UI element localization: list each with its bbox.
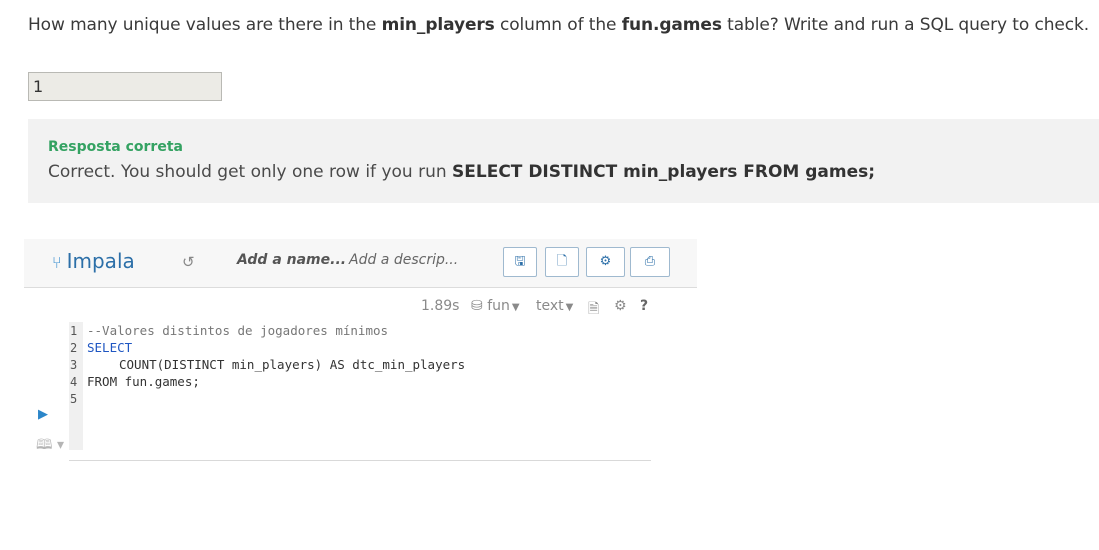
line-number: 2 xyxy=(70,341,78,355)
query-name-input[interactable]: Add a name... xyxy=(237,252,346,268)
engine-label: Impala xyxy=(66,249,135,273)
line-number: 3 xyxy=(70,358,78,372)
question-text: How many unique values are there in the … xyxy=(28,15,1090,35)
settings-gears-icon: ⚙ xyxy=(599,254,612,269)
session-settings-button[interactable]: ⚙ xyxy=(586,247,625,277)
share-icon: ⎙ xyxy=(644,254,656,269)
book-icon[interactable]: 🕮 ▾ xyxy=(36,434,64,458)
new-file-icon: 🗋 xyxy=(556,254,568,269)
feedback-panel: Resposta correta Correct. You should get… xyxy=(28,119,1099,203)
save-icon: 🖫 xyxy=(514,254,526,269)
play-icon[interactable]: ▶ xyxy=(38,407,48,422)
help-button[interactable]: ? xyxy=(640,298,648,314)
format-selector[interactable]: text ▼ xyxy=(536,298,573,314)
new-query-button[interactable]: 🗋 xyxy=(545,247,579,277)
code-line[interactable]: FROM fun.games; xyxy=(87,374,200,389)
history-icon[interactable]: ↺ xyxy=(182,253,195,271)
caret-down-icon: ▼ xyxy=(511,302,520,313)
save-button[interactable]: 🖫 xyxy=(503,247,537,277)
database-icon: ⛁ xyxy=(471,298,483,314)
document-icon[interactable]: 🗎 xyxy=(588,298,599,322)
column-name: min_players xyxy=(381,15,495,35)
feedback-code: SELECT DISTINCT min_players FROM games; xyxy=(452,162,876,182)
code-line[interactable]: COUNT(DISTINCT min_players) AS dtc_min_p… xyxy=(119,357,465,372)
editor-header: ⑂ Impala ↺ Add a name... Add a descrip...… xyxy=(24,239,697,288)
line-number: 4 xyxy=(70,375,78,389)
feedback-title: Resposta correta xyxy=(48,139,183,155)
line-number: 1 xyxy=(70,324,78,338)
line-number: 5 xyxy=(70,392,78,406)
execution-time: 1.89s xyxy=(421,298,460,314)
editor-divider xyxy=(69,460,651,461)
share-button[interactable]: ⎙ xyxy=(630,247,670,277)
database-selector[interactable]: ⛁ fun ▼ xyxy=(471,298,520,314)
code-line[interactable]: SELECT xyxy=(87,340,132,355)
query-description-input[interactable]: Add a descrip... xyxy=(349,252,458,268)
answer-input[interactable]: 1 xyxy=(28,72,222,101)
caret-down-icon: ▼ xyxy=(565,302,574,313)
code-line[interactable]: --Valores distintos de jogadores mínimos xyxy=(87,323,388,338)
gear-icon[interactable]: ⚙ xyxy=(614,298,627,314)
table-name: fun.games xyxy=(621,15,722,35)
fork-icon: ⑂ xyxy=(52,253,62,272)
engine-selector[interactable]: ⑂ Impala xyxy=(52,249,135,273)
feedback-text: Correct. You should get only one row if … xyxy=(48,162,876,182)
